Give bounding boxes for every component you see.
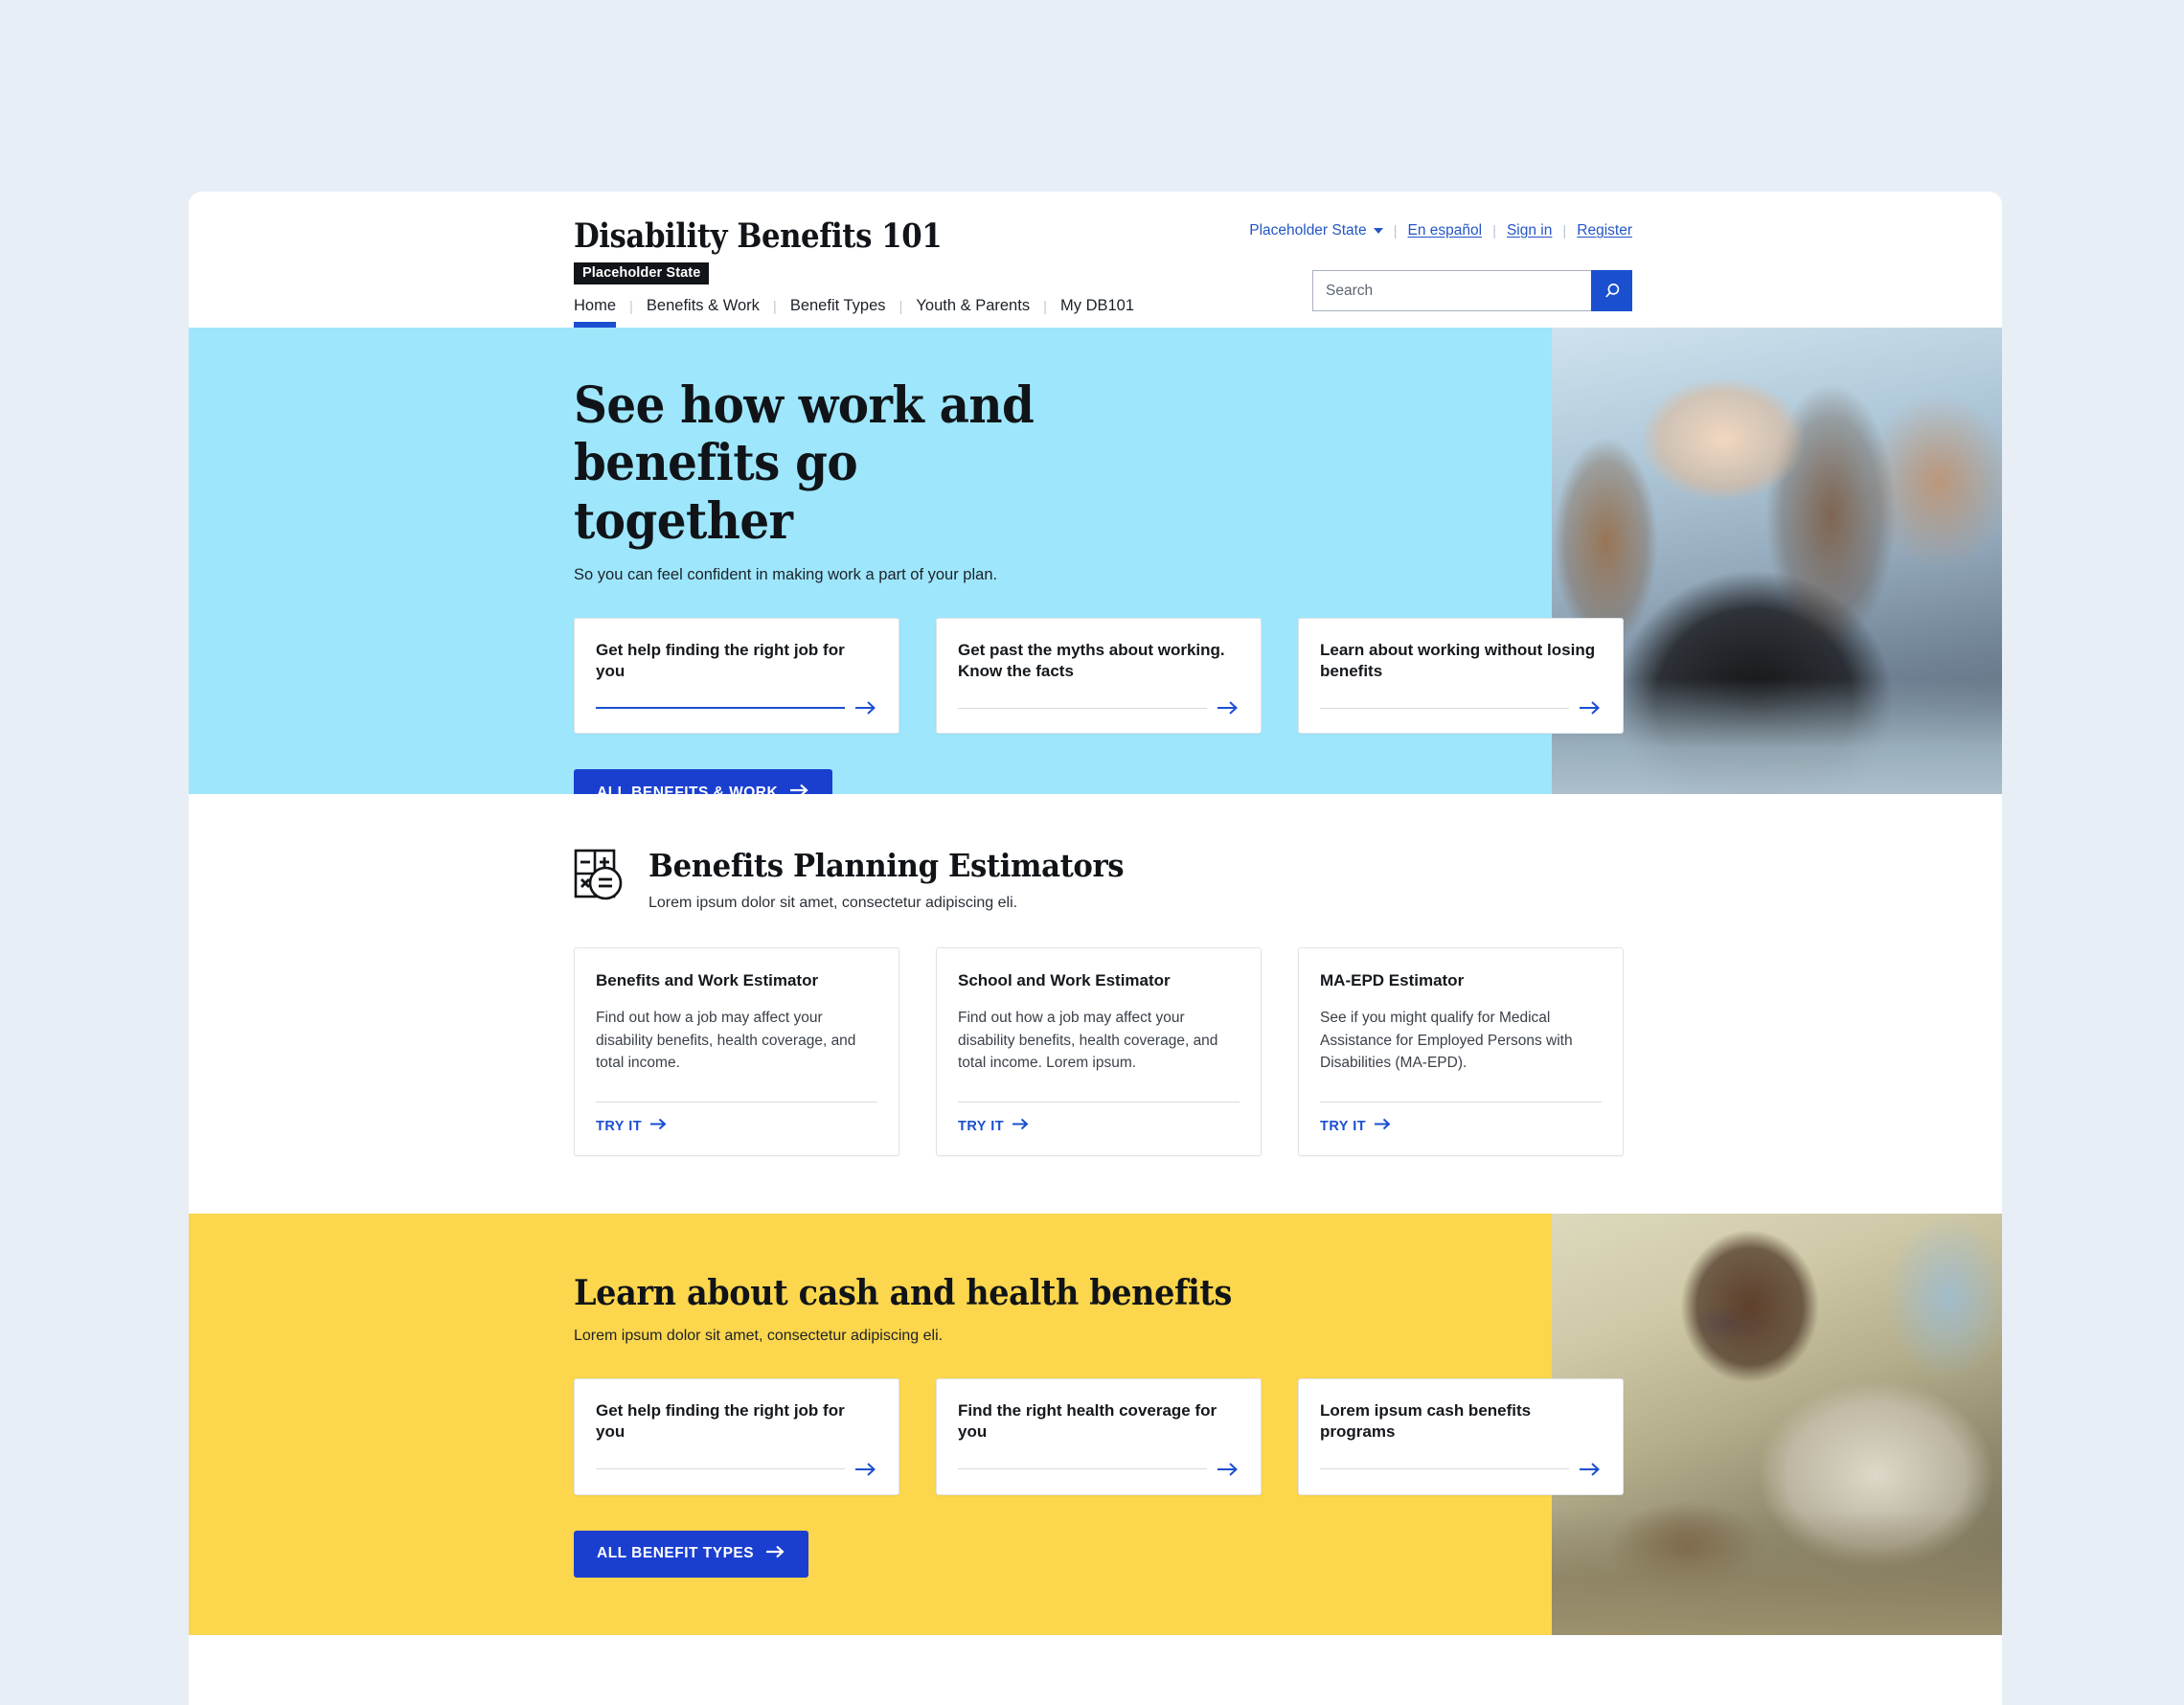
nav-item-benefit-types[interactable]: Benefit Types — [790, 297, 886, 328]
nav-item-home[interactable]: Home — [574, 297, 617, 328]
benefits-section-subtitle: Lorem ipsum dolor sit amet, consectetur … — [574, 1328, 944, 1344]
nav-item-youth-parents[interactable]: Youth & Parents — [916, 297, 1030, 328]
arrow-right-icon — [1579, 700, 1602, 716]
link-sign-in[interactable]: Sign in — [1507, 222, 1552, 239]
state-selector[interactable]: Placeholder State — [1249, 222, 1383, 239]
page-container: Disability Benefits 101 Placeholder Stat… — [189, 192, 2002, 1705]
state-selector-label: Placeholder State — [1249, 222, 1367, 239]
benefits-card-health-coverage-rule — [958, 1468, 1207, 1469]
nav-item-benefit-types-label: Benefit Types — [789, 297, 886, 314]
estimator-card-benefits-work-link[interactable]: TRY IT — [596, 1118, 877, 1134]
try-it-label: TRY IT — [596, 1118, 643, 1134]
estimator-card-benefits-work[interactable]: Benefits and Work Estimator Find out how… — [574, 947, 899, 1156]
benefits-card-jobs-rule — [596, 1468, 845, 1469]
hero-card-myths-rule — [958, 707, 1207, 709]
all-benefits-work-button[interactable]: ALL BENEFITS & WORK — [574, 769, 833, 794]
benefits-types-section: Learn about cash and health benefits Lor… — [189, 1214, 2002, 1635]
util-separator-2: | — [1492, 222, 1496, 239]
estimator-card-school-work-body: Find out how a job may affect your disab… — [958, 1010, 1218, 1072]
nav-separator-2: | — [772, 299, 777, 315]
estimator-card-school-work[interactable]: School and Work Estimator Find out how a… — [936, 947, 1262, 1156]
link-en-espanol[interactable]: En español — [1408, 222, 1483, 239]
arrow-right-icon — [1012, 1118, 1030, 1134]
try-it-label: TRY IT — [958, 1118, 1005, 1134]
estimator-card-ma-epd-title: MA-EPD Estimator — [1320, 971, 1465, 989]
benefits-card-jobs[interactable]: Get help finding the right job for you — [574, 1378, 899, 1495]
nav-item-benefits-work[interactable]: Benefits & Work — [647, 297, 760, 328]
search-input[interactable] — [1312, 270, 1591, 311]
brand-block[interactable]: Disability Benefits 101 Placeholder Stat… — [574, 216, 992, 284]
calculator-icon — [574, 849, 624, 907]
search-icon — [1604, 283, 1619, 297]
hero-title: See how work and benefits go together — [574, 376, 1035, 551]
hero-card-keep-benefits-rule — [1320, 707, 1569, 709]
util-separator-3: | — [1562, 222, 1567, 239]
arrow-right-icon — [1217, 1462, 1240, 1477]
site-header: Disability Benefits 101 Placeholder Stat… — [189, 192, 2002, 328]
all-benefits-work-label: ALL BENEFITS & WORK — [597, 784, 779, 794]
hero-card-keep-benefits[interactable]: Learn about working without losing benef… — [1298, 617, 1624, 735]
estimators-subtitle: Lorem ipsum dolor sit amet, consectetur … — [648, 895, 1018, 911]
estimator-card-school-work-title: School and Work Estimator — [958, 971, 1171, 989]
nav-item-benefits-work-label: Benefits & Work — [646, 297, 760, 314]
search-bar — [1312, 270, 1632, 311]
nav-item-my-db101[interactable]: My DB101 — [1060, 297, 1134, 328]
utility-links: Placeholder State | En español | Sign in… — [1249, 222, 1632, 239]
estimator-card-ma-epd-body: See if you might qualify for Medical Ass… — [1320, 1010, 1573, 1072]
hero-card-myths[interactable]: Get past the myths about working. Know t… — [936, 617, 1262, 735]
util-separator-1: | — [1393, 222, 1398, 239]
hero-card-jobs-rule — [596, 707, 845, 710]
estimator-card-rule — [596, 1102, 877, 1103]
hero-section: See how work and benefits go together So… — [189, 328, 2002, 794]
all-benefit-types-label: ALL BENEFIT TYPES — [597, 1545, 755, 1561]
benefits-card-row: Get help finding the right job for you F… — [574, 1378, 2002, 1495]
hero-card-keep-benefits-title: Learn about working without losing benef… — [1320, 640, 1596, 680]
arrow-right-icon — [854, 700, 877, 716]
hero-card-jobs-title: Get help finding the right job for you — [596, 640, 845, 680]
estimator-card-ma-epd[interactable]: MA-EPD Estimator See if you might qualif… — [1298, 947, 1624, 1156]
arrow-right-icon — [766, 1545, 785, 1563]
chevron-down-icon — [1373, 228, 1383, 234]
nav-separator-1: | — [629, 299, 633, 315]
hero-card-myths-title: Get past the myths about working. Know t… — [958, 640, 1225, 680]
arrow-right-icon — [650, 1118, 668, 1134]
benefits-card-jobs-title: Get help finding the right job for you — [596, 1401, 845, 1441]
link-register[interactable]: Register — [1577, 222, 1632, 239]
nav-separator-3: | — [899, 299, 903, 315]
nav-item-home-label: Home — [574, 297, 617, 314]
estimator-card-ma-epd-link[interactable]: TRY IT — [1320, 1118, 1602, 1134]
nav-separator-4: | — [1043, 299, 1047, 315]
benefits-card-cash-programs[interactable]: Lorem ipsum cash benefits programs — [1298, 1378, 1624, 1495]
arrow-right-icon — [790, 784, 809, 794]
estimator-card-rule — [1320, 1102, 1602, 1103]
benefits-section-title: Learn about cash and health benefits — [574, 1273, 1233, 1313]
arrow-right-icon — [1579, 1462, 1602, 1477]
all-benefit-types-button[interactable]: ALL BENEFIT TYPES — [574, 1530, 809, 1578]
main-navigation: Home | Benefits & Work | Benefit Types |… — [574, 297, 1134, 328]
nav-item-my-db101-label: My DB101 — [1059, 297, 1135, 314]
search-button[interactable] — [1591, 270, 1632, 311]
benefits-card-health-coverage[interactable]: Find the right health coverage for you — [936, 1378, 1262, 1495]
arrow-right-icon — [854, 1462, 877, 1477]
estimator-card-rule — [958, 1102, 1240, 1103]
arrow-right-icon — [1217, 700, 1240, 716]
estimator-card-row: Benefits and Work Estimator Find out how… — [574, 947, 2002, 1156]
estimators-section: Benefits Planning Estimators Lorem ipsum… — [189, 794, 2002, 1214]
benefits-card-cash-programs-rule — [1320, 1468, 1569, 1469]
nav-item-youth-parents-label: Youth & Parents — [916, 297, 1031, 314]
estimator-card-school-work-link[interactable]: TRY IT — [958, 1118, 1240, 1134]
site-title: Disability Benefits 101 — [574, 216, 943, 256]
estimator-card-benefits-work-title: Benefits and Work Estimator — [596, 971, 819, 989]
estimator-card-benefits-work-body: Find out how a job may affect your disab… — [596, 1010, 856, 1072]
estimators-title: Benefits Planning Estimators — [648, 847, 1125, 884]
hero-card-row: Get help finding the right job for you G… — [574, 617, 2002, 735]
arrow-right-icon — [1375, 1118, 1392, 1134]
hero-subtitle: So you can feel confident in making work… — [574, 565, 998, 583]
benefits-card-cash-programs-title: Lorem ipsum cash benefits programs — [1320, 1401, 1532, 1441]
state-badge: Placeholder State — [574, 262, 710, 284]
hero-card-jobs[interactable]: Get help finding the right job for you — [574, 617, 899, 735]
try-it-label: TRY IT — [1320, 1118, 1367, 1134]
benefits-card-health-coverage-title: Find the right health coverage for you — [958, 1401, 1217, 1441]
